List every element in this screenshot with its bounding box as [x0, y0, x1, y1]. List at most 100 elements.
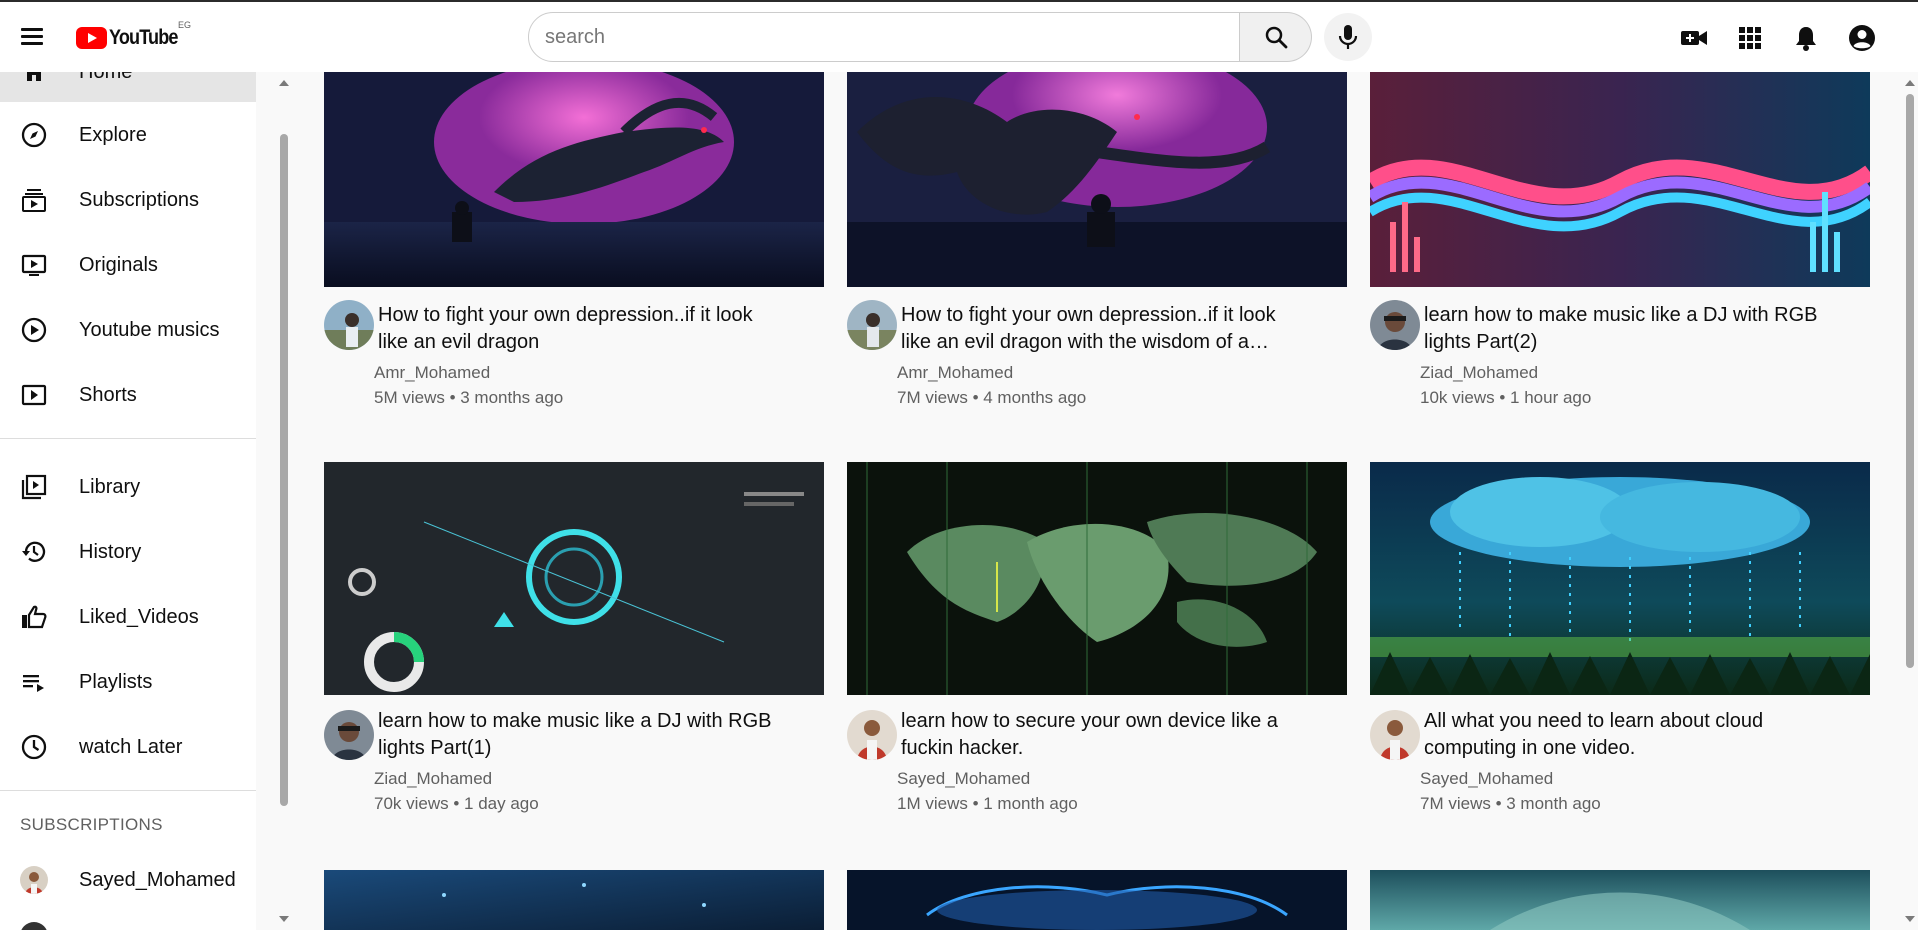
sidebar-item-label: Youtube musics — [79, 318, 220, 341]
video-meta: 5M views • 3 months ago — [374, 388, 564, 407]
channel-name[interactable]: Sayed_Mohamed — [1420, 769, 1553, 789]
sidebar-subscription-label: Sayed_Mohamed — [79, 868, 236, 891]
sidebar-item-subscriptions[interactable]: Subscriptions — [0, 170, 256, 230]
sidebar-item-youtube-musics[interactable]: Youtube musics — [0, 300, 256, 360]
search-input[interactable] — [543, 24, 1197, 50]
voice-search-button[interactable] — [1324, 13, 1372, 61]
video-meta: 70k views • 1 day ago — [374, 794, 539, 813]
sidebar-item-label: Originals — [79, 253, 158, 276]
sidebar-item-label: Home — [79, 72, 132, 84]
sidebar-item-liked-videos[interactable]: Liked_Videos — [0, 587, 256, 647]
channel-avatar[interactable] — [1370, 710, 1420, 760]
video-title[interactable]: learn how to make music like a DJ with R… — [378, 708, 778, 762]
channel-name[interactable]: Sayed_Mohamed — [897, 769, 1030, 789]
video-meta: 1M views • 1 month ago — [897, 794, 1078, 813]
clock-icon — [20, 733, 48, 761]
video-thumbnail[interactable] — [847, 870, 1347, 930]
sidebar-item-label: Playlists — [79, 670, 153, 693]
youtube-play-logo-icon — [76, 27, 107, 49]
video-card[interactable] — [1370, 870, 1870, 930]
music-play-icon — [20, 316, 48, 344]
channel-name[interactable]: Amr_Mohamed — [374, 363, 490, 383]
menu-icon[interactable] — [19, 25, 45, 47]
playlist-icon — [20, 668, 48, 696]
video-title[interactable]: How to fight your own depression..if it … — [378, 302, 778, 356]
video-meta: 7M views • 3 month ago — [1420, 794, 1601, 813]
avatar — [20, 866, 48, 894]
sidebar-item-library[interactable]: Library — [0, 457, 256, 517]
video-thumbnail[interactable] — [1370, 870, 1870, 930]
channel-name[interactable]: Ziad_Mohamed — [1420, 363, 1538, 383]
sidebar-item-label: Subscriptions — [79, 188, 200, 211]
notifications-button[interactable] — [1789, 21, 1823, 55]
originals-icon — [20, 251, 48, 279]
sidebar-divider — [0, 790, 256, 791]
sidebar-item-history[interactable]: History — [0, 522, 256, 582]
sidebar-item-playlists[interactable]: Playlists — [0, 652, 256, 712]
search-button[interactable] — [1240, 12, 1312, 62]
home-icon — [20, 72, 48, 86]
sidebar-item-label: watch Later — [79, 735, 183, 758]
notifications-bell-icon — [1796, 27, 1816, 51]
channel-avatar[interactable] — [324, 710, 374, 760]
video-card[interactable]: All what you need to learn about cloud c… — [1370, 462, 1870, 813]
video-card[interactable]: How to fight your own depression..if it … — [847, 72, 1347, 412]
scroll-up-arrow-icon[interactable] — [1905, 80, 1915, 86]
video-thumbnail[interactable] — [1370, 462, 1870, 695]
video-thumbnail[interactable] — [324, 462, 824, 695]
video-card[interactable]: learn how to secure your own device like… — [847, 462, 1347, 813]
top-bar: YouTube EG — [0, 2, 1918, 72]
search-icon — [1265, 26, 1287, 49]
page-scrollbar-thumb[interactable] — [1906, 94, 1914, 668]
subscriptions-icon — [20, 186, 48, 214]
channel-avatar[interactable] — [324, 300, 374, 350]
shorts-icon — [20, 381, 48, 409]
sidebar-divider — [0, 438, 256, 439]
channel-avatar[interactable] — [847, 710, 897, 760]
video-thumbnail[interactable] — [324, 72, 824, 287]
sidebar-item-watch-later[interactable]: watch Later — [0, 717, 256, 777]
channel-name[interactable]: Ziad_Mohamed — [374, 769, 492, 789]
video-card[interactable]: learn how to make music like a DJ with R… — [324, 462, 824, 813]
create-video-button[interactable] — [1677, 21, 1711, 55]
video-title[interactable]: All what you need to learn about cloud c… — [1424, 708, 1824, 762]
video-title[interactable]: How to fight your own depression..if it … — [901, 302, 1301, 356]
page-scrollbar[interactable] — [1904, 72, 1916, 930]
logo-text: YouTube — [109, 26, 178, 49]
channel-avatar[interactable] — [847, 300, 897, 350]
sidebar-item-home[interactable]: Home — [0, 72, 256, 102]
video-thumbnail[interactable] — [847, 72, 1347, 287]
subscriptions-section-title: SUBSCRIPTIONS — [20, 815, 163, 834]
scroll-down-arrow-icon[interactable] — [1905, 916, 1915, 922]
sidebar-subscription-channel[interactable]: Sayed_Mohamed — [0, 850, 256, 910]
sidebar-item-label: Library — [79, 475, 141, 498]
video-title[interactable]: learn how to make music like a DJ with R… — [1424, 302, 1824, 356]
youtube-logo[interactable]: YouTube EG — [76, 20, 191, 50]
video-card[interactable]: How to fight your own depression..if it … — [324, 72, 824, 412]
history-icon — [20, 538, 48, 566]
apps-button[interactable] — [1733, 21, 1767, 55]
video-thumbnail[interactable] — [324, 870, 824, 930]
video-card[interactable] — [324, 870, 824, 930]
mic-icon — [1338, 25, 1358, 49]
video-card[interactable]: learn how to make music like a DJ with R… — [1370, 72, 1870, 412]
video-thumbnail[interactable] — [847, 462, 1347, 695]
sidebar-item-label: Explore — [79, 123, 147, 146]
search-box — [528, 12, 1240, 62]
sidebar-item-label: History — [79, 540, 142, 563]
sidebar-item-originals[interactable]: Originals — [0, 235, 256, 295]
sidebar-item-shorts[interactable]: Shorts — [0, 365, 256, 425]
sidebar-item-explore[interactable]: Explore — [0, 105, 256, 165]
apps-grid-icon — [1739, 27, 1761, 49]
channel-name[interactable]: Amr_Mohamed — [897, 363, 1013, 383]
sidebar-item-label: Shorts — [79, 383, 137, 406]
compass-icon — [20, 121, 48, 149]
account-button[interactable] — [1845, 21, 1879, 55]
video-thumbnail[interactable] — [1370, 72, 1870, 287]
video-card[interactable] — [847, 870, 1347, 930]
channel-avatar[interactable] — [1370, 300, 1420, 350]
country-code: EG — [178, 20, 192, 30]
library-icon — [20, 473, 48, 501]
video-title[interactable]: learn how to secure your own device like… — [901, 708, 1301, 762]
video-meta: 10k views • 1 hour ago — [1420, 388, 1592, 407]
